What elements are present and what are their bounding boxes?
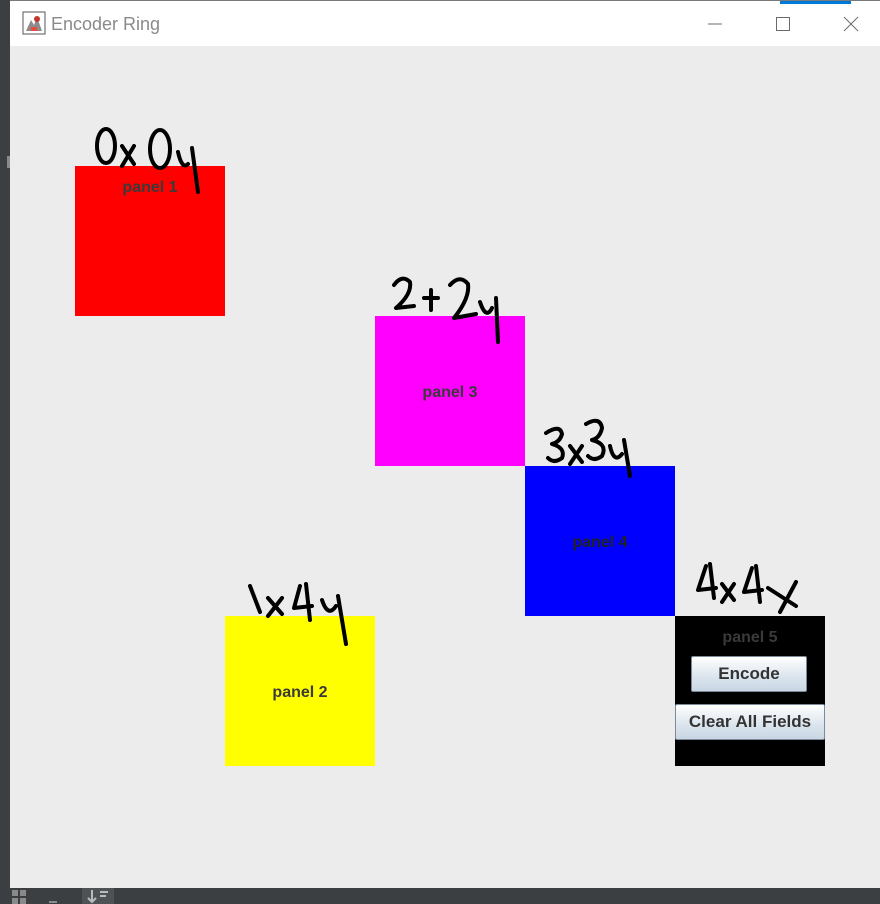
panel-5: panel 5 Encode Clear All Fields [675,616,825,766]
panel-2-label: panel 2 [272,684,328,701]
grid-icon[interactable] [12,890,26,904]
panel-1-label: panel 1 [122,179,178,196]
background-editor-strip [0,0,10,904]
title-bar[interactable]: Encoder Ring [10,1,880,46]
panel-5-label: panel 5 [722,629,778,646]
maximize-icon [776,16,790,31]
content-pane: panel 1 panel 3 panel 4 panel 2 panel 5 … [10,46,880,889]
annotation-4x4y [696,562,798,614]
dash-icon[interactable] [46,890,60,904]
panel-3: panel 3 [375,316,525,466]
java-app-icon [22,11,46,35]
panel-3-label: panel 3 [422,384,478,401]
maximize-button[interactable] [754,1,812,46]
panel-4: panel 4 [525,466,675,616]
app-window: Encoder Ring panel 1 panel 3 panel 4 pan… [10,0,880,889]
panel-1: panel 1 [75,166,225,316]
sort-icon[interactable] [82,888,114,904]
minimize-icon [708,23,722,24]
screen: Encoder Ring panel 1 panel 3 panel 4 pan… [0,0,880,904]
panel-2: panel 2 [225,616,375,766]
clear-all-fields-button[interactable]: Clear All Fields [675,704,825,740]
minimize-button[interactable] [686,1,744,46]
close-button[interactable] [822,1,880,46]
taskbar [0,888,880,904]
close-icon [843,16,859,31]
window-title: Encoder Ring [51,14,161,34]
panel-4-label: panel 4 [572,534,628,551]
encode-button[interactable]: Encode [691,656,807,692]
